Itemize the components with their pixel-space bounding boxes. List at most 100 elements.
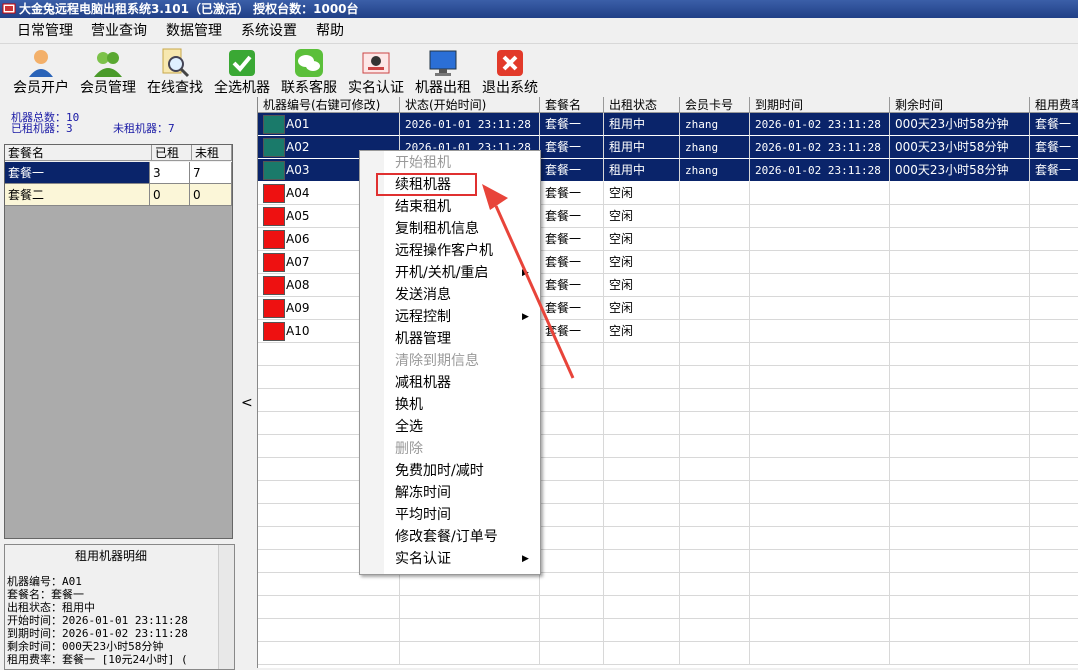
cell-rate	[1030, 619, 1078, 642]
context-menu-item[interactable]: 实名认证	[395, 548, 451, 570]
menu-help[interactable]: 帮助	[316, 22, 344, 40]
cell-rent-status: 租用中	[604, 159, 680, 182]
cell-rent-status: 空闲	[604, 205, 680, 228]
window-title: 大金兔远程电脑出租系统3.101（已激活） 授权台数：1000台	[19, 2, 359, 16]
cell-expire-time	[750, 343, 890, 366]
table-row[interactable]	[258, 573, 1078, 596]
cell-expire-time	[750, 619, 890, 642]
cell-rent-status: 空闲	[604, 320, 680, 343]
cell-remaining-time: 000天23小时58分钟	[890, 113, 1030, 136]
package-row[interactable]: 套餐一 3 7	[5, 162, 232, 184]
monitor-icon	[263, 115, 285, 134]
cell-remaining-time	[890, 527, 1030, 550]
cell-remaining-time	[890, 205, 1030, 228]
cell-remaining-time	[890, 504, 1030, 527]
context-menu-item[interactable]: 解冻时间	[395, 482, 451, 504]
context-menu-item[interactable]: 免费加时/减时	[395, 460, 484, 482]
column-expire-time[interactable]: 到期时间	[750, 97, 890, 113]
machine-id-text: A03	[286, 163, 310, 177]
context-menu-item[interactable]: 换机	[395, 394, 423, 416]
column-free[interactable]: 未租	[192, 145, 232, 161]
cell-package	[540, 619, 604, 642]
cell-member-card: zhang	[680, 136, 750, 159]
cell-machine-id	[258, 619, 400, 642]
menu-daily[interactable]: 日常管理	[17, 22, 73, 40]
member-manage-button[interactable]: 会员管理	[77, 47, 139, 96]
cell-rent-status	[604, 458, 680, 481]
cell-rate: 套餐一	[1030, 136, 1078, 159]
cell-remaining-time	[890, 297, 1030, 320]
cell-member-card	[680, 458, 750, 481]
package-table: 套餐名 已租 未租 套餐一 3 7 套餐二 0 0	[4, 144, 233, 539]
column-member-card[interactable]: 会员卡号	[680, 97, 750, 113]
cell-member-card	[680, 412, 750, 435]
menu-business-query[interactable]: 营业查询	[91, 22, 147, 40]
menu-system-settings[interactable]: 系统设置	[241, 22, 297, 40]
context-menu-item[interactable]: 开始租机	[395, 152, 451, 174]
column-remaining-time[interactable]: 剩余时间	[890, 97, 1030, 113]
cell-start-time	[400, 573, 540, 596]
panel-splitter[interactable]: <	[238, 97, 256, 668]
cell-rate	[1030, 274, 1078, 297]
cell-member-card	[680, 205, 750, 228]
contact-support-button[interactable]: 联系客服	[278, 47, 340, 96]
cell-member-card	[680, 504, 750, 527]
cell-remaining-time	[890, 619, 1030, 642]
monitor-icon	[263, 230, 285, 249]
cell-rate	[1030, 573, 1078, 596]
cell-remaining-time	[890, 182, 1030, 205]
id-card-icon	[362, 52, 390, 74]
context-menu-item[interactable]: 清除到期信息	[395, 350, 479, 372]
context-menu-item[interactable]: 平均时间	[395, 504, 451, 526]
column-rate[interactable]: 租用费率	[1030, 97, 1078, 113]
context-menu-item[interactable]: 结束租机	[395, 196, 451, 218]
exit-system-button[interactable]: 退出系统	[479, 47, 541, 96]
context-menu-item[interactable]: 减租机器	[395, 372, 451, 394]
context-menu-item[interactable]: 复制租机信息	[395, 218, 479, 240]
cell-rent-status: 租用中	[604, 136, 680, 159]
context-menu-item[interactable]: 远程控制	[395, 306, 451, 328]
cell-rent-status	[604, 389, 680, 412]
column-rent-status[interactable]: 出租状态	[604, 97, 680, 113]
cell-rent-status	[604, 412, 680, 435]
cell-package: 套餐一	[540, 113, 604, 136]
context-menu-item[interactable]: 全选	[395, 416, 423, 438]
cell-rate: 套餐一	[1030, 159, 1078, 182]
column-rented[interactable]: 已租	[152, 145, 192, 161]
table-row[interactable]	[258, 596, 1078, 619]
select-all-machines-button[interactable]: 全选机器	[211, 47, 273, 96]
member-open-button[interactable]: 会员开户	[10, 47, 72, 96]
cell-expire-time	[750, 550, 890, 573]
real-name-auth-button[interactable]: 实名认证	[345, 47, 407, 96]
cell-member-card	[680, 274, 750, 297]
cell-start-time	[400, 619, 540, 642]
context-menu-item[interactable]: 删除	[395, 438, 423, 460]
column-package[interactable]: 套餐名	[540, 97, 604, 113]
cell-rate	[1030, 297, 1078, 320]
column-status[interactable]: 状态(开始时间)	[400, 97, 540, 113]
cell-rate: 套餐一	[1030, 113, 1078, 136]
detail-scrollbar[interactable]	[218, 545, 234, 669]
context-menu-item[interactable]: 修改套餐/订单号	[395, 526, 498, 548]
table-row[interactable]	[258, 642, 1078, 665]
cell-expire-time	[750, 251, 890, 274]
column-package-name[interactable]: 套餐名	[5, 145, 152, 161]
cell-machine-id	[258, 596, 400, 619]
collapse-arrow-icon[interactable]: <	[241, 395, 253, 411]
cell-rate	[1030, 412, 1078, 435]
cell-machine-id	[258, 642, 400, 665]
online-search-button[interactable]: 在线查找	[144, 47, 206, 96]
toolbar: 会员开户 会员管理 在线查找 全选机器 联系客服 实名认证 机器出租 退出系统	[0, 43, 1078, 97]
column-machine-id[interactable]: 机器编号(右键可修改)	[258, 97, 400, 113]
menu-bar: 日常管理 营业查询 数据管理 系统设置 帮助	[0, 19, 1078, 43]
context-menu-item[interactable]: 机器管理	[395, 328, 451, 350]
package-row[interactable]: 套餐二 0 0	[5, 184, 232, 206]
context-menu-item[interactable]: 发送消息	[395, 284, 451, 306]
menu-data-management[interactable]: 数据管理	[166, 22, 222, 40]
cell-rate	[1030, 550, 1078, 573]
cell-expire-time: 2026-01-02 23:11:28	[750, 136, 890, 159]
machine-rent-button[interactable]: 机器出租	[412, 47, 474, 96]
table-row[interactable]	[258, 619, 1078, 642]
cell-rate	[1030, 458, 1078, 481]
table-row[interactable]: A01 2026-01-01 23:11:28 套餐一 租用中 zhang 2026-01…	[258, 113, 1078, 136]
